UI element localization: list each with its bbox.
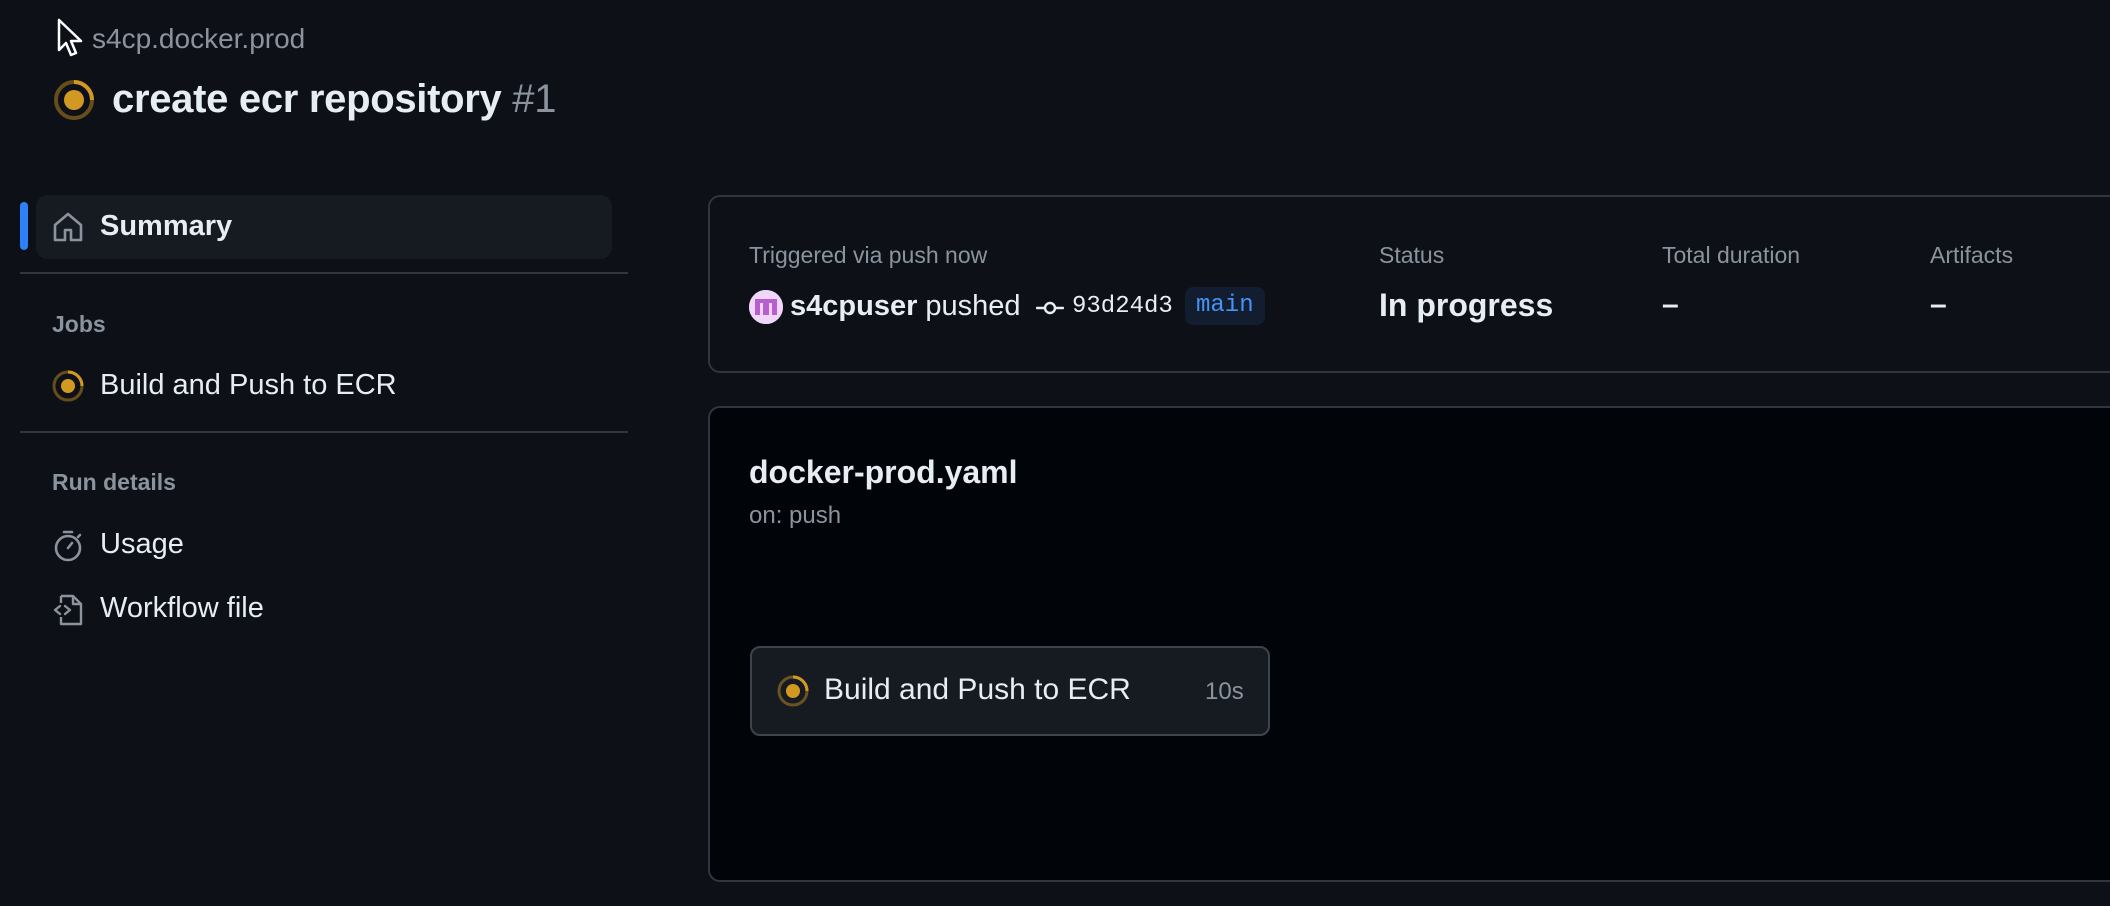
status-label: Status [1379, 242, 1445, 268]
run-summary-card [708, 195, 2110, 373]
git-commit-icon [1036, 301, 1064, 315]
in-progress-icon [777, 675, 809, 707]
status-value: In progress [1379, 287, 1554, 323]
active-indicator [20, 202, 28, 250]
in-progress-icon [54, 80, 94, 120]
duration-value: – [1662, 288, 1679, 321]
trigger-label: Triggered via push now [749, 242, 988, 268]
sidebar-item-label: Summary [100, 210, 233, 242]
branch-badge[interactable]: main [1185, 287, 1265, 325]
avatar[interactable] [749, 290, 783, 324]
mouse-pointer-icon [57, 18, 83, 57]
run-number: #1 [512, 77, 557, 121]
in-progress-icon [52, 370, 84, 402]
sidebar-item-label: Usage [100, 528, 184, 560]
artifacts-value: – [1930, 288, 1947, 321]
duration-label: Total duration [1662, 242, 1801, 268]
artifacts-label: Artifacts [1930, 242, 2014, 268]
stopwatch-icon [54, 530, 82, 562]
divider [20, 431, 628, 433]
divider [20, 272, 628, 274]
home-icon [53, 212, 83, 242]
sidebar-item-label: Build and Push to ECR [100, 369, 397, 401]
job-name: Build and Push to ECR [824, 673, 1131, 706]
commit-sha-link[interactable]: 93d24d3 [1072, 293, 1173, 320]
action-text: pushed [925, 290, 1021, 322]
run-title: create ecr repository [112, 77, 502, 121]
job-duration: 10s [1205, 678, 1244, 705]
workflow-file-name: docker-prod.yaml [749, 454, 1018, 490]
push-description: s4cpuser pushed [790, 290, 1021, 323]
jobs-heading: Jobs [52, 311, 106, 337]
workflow-trigger: on: push [749, 502, 842, 529]
run-details-heading: Run details [52, 469, 176, 495]
file-code-icon [53, 594, 83, 626]
page-title: create ecr repository #1 [112, 77, 557, 122]
sidebar-item-label: Workflow file [100, 592, 264, 624]
actor-link[interactable]: s4cpuser [790, 290, 917, 322]
repository-link[interactable]: s4cp.docker.prod [92, 23, 305, 55]
